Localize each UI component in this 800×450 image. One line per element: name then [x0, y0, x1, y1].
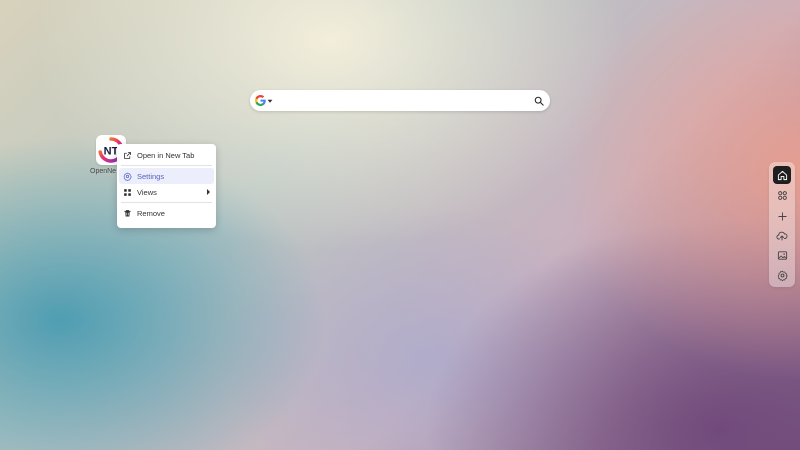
dock-add-button[interactable] [773, 207, 791, 225]
plus-icon [777, 211, 787, 221]
menu-separator [121, 202, 212, 203]
menu-item-label: Open in New Tab [137, 150, 195, 160]
trash-icon [122, 208, 132, 218]
dock-settings-button[interactable] [773, 266, 791, 284]
google-logo-icon [255, 95, 266, 106]
search-bar [250, 90, 550, 111]
dock-widgets-button[interactable] [773, 186, 791, 204]
dock-upload-button[interactable] [773, 227, 791, 245]
search-button[interactable] [534, 96, 544, 106]
image-icon [777, 250, 787, 260]
menu-item-open-new-tab[interactable]: Open in New Tab [119, 147, 214, 163]
new-tab-page: NT OpenNe Open in New Tab Settings Views… [0, 0, 800, 450]
menu-item-label: Settings [137, 171, 165, 181]
widgets-icon [777, 190, 787, 200]
menu-item-label: Views [137, 187, 157, 197]
submenu-arrow-icon [207, 189, 210, 195]
context-menu: Open in New Tab Settings Views Remove [117, 144, 216, 228]
external-link-icon [122, 150, 132, 160]
home-icon [777, 170, 787, 180]
gear-icon [777, 270, 788, 281]
search-engine-selector[interactable] [255, 95, 273, 106]
search-input[interactable] [273, 91, 534, 110]
menu-item-label: Remove [137, 208, 165, 218]
cloud-upload-icon [776, 231, 788, 241]
side-dock [769, 162, 795, 287]
search-icon [534, 96, 544, 106]
grid-icon [122, 187, 132, 197]
menu-item-settings[interactable]: Settings [119, 168, 214, 184]
gear-icon [122, 171, 132, 181]
menu-separator [121, 165, 212, 166]
menu-item-views[interactable]: Views [119, 184, 214, 200]
dock-wallpaper-button[interactable] [773, 246, 791, 264]
menu-item-remove[interactable]: Remove [119, 205, 214, 221]
dock-home-button[interactable] [773, 166, 791, 184]
